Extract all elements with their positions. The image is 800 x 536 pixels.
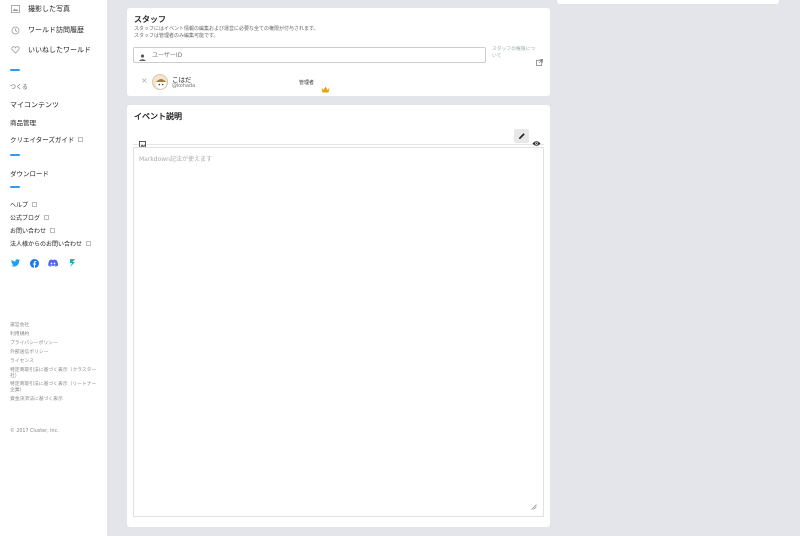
right-panel: [557, 0, 779, 4]
sidebar-item-label: 公式ブログ: [10, 215, 41, 222]
sidebar-item-my-contents[interactable]: マイコンテンツ: [10, 100, 59, 110]
footer-link-external-transmission[interactable]: 外部送信ポリシー: [10, 350, 48, 356]
staff-card: スタッフ スタッフにはイベント情報の編集および運営に必要な全ての権限が付与されま…: [127, 8, 550, 96]
editor-toolbar: [133, 127, 544, 148]
external-link-icon: [44, 215, 50, 220]
facebook-icon[interactable]: [29, 258, 39, 268]
footer-link-privacy[interactable]: プライバシーポリシー: [10, 341, 58, 347]
staff-description-line1: スタッフにはイベント情報の編集および運営に必要な全ての権限が付与されます。: [134, 26, 319, 32]
staff-role: 管理者: [299, 80, 315, 86]
section-divider: [10, 154, 20, 156]
staff-search-input[interactable]: [152, 51, 452, 59]
staff-title: スタッフ: [134, 15, 166, 24]
footer-link-commerce-partner[interactable]: 特定商取引法に基づく表示（リートナー企業）: [10, 382, 100, 394]
sidebar-item-label: ダウンロード: [10, 170, 49, 178]
sidebar-item-label: 撮影した写真: [28, 5, 70, 13]
markdown-editor[interactable]: Markdown記法が使えます: [133, 147, 544, 517]
section-divider: [10, 69, 20, 71]
sidebar-item-corporate-contact[interactable]: 法人様からのお問い合わせ: [10, 239, 92, 248]
sidebar-item-label: お問い合わせ: [10, 228, 47, 235]
resize-handle-icon[interactable]: [531, 504, 537, 510]
copyright: © 2017 Cluster, Inc.: [10, 429, 59, 434]
staff-permissions-link-text: いて: [492, 53, 502, 59]
sidebar-item-product-management[interactable]: 商品管理: [10, 117, 36, 127]
crown-icon: [321, 78, 330, 97]
footer-link-company[interactable]: 運営会社: [10, 323, 29, 329]
avatar: [152, 74, 168, 90]
create-section-label: つくる: [10, 84, 28, 91]
heart-icon: [10, 45, 20, 55]
history-icon: [10, 25, 20, 35]
sidebar-item-contact[interactable]: お問い合わせ: [10, 226, 56, 235]
remove-staff-button[interactable]: ×: [141, 76, 148, 85]
sidebar-item-liked-worlds[interactable]: いいねしたワールド: [10, 45, 91, 55]
sidebar-item-label: いいねしたワールド: [28, 46, 91, 54]
external-link-icon: [78, 136, 84, 142]
editor-placeholder: Markdown記法が使えます: [139, 156, 212, 163]
sketchfab-icon[interactable]: [67, 258, 77, 268]
sidebar-item-photos[interactable]: 撮影した写真: [10, 4, 70, 14]
person-icon: [139, 46, 146, 65]
sidebar-item-help[interactable]: ヘルプ: [10, 200, 38, 209]
external-link-icon: [50, 228, 56, 233]
staff-user-id: @kohada: [172, 83, 196, 89]
staff-search-field[interactable]: [133, 47, 486, 63]
sidebar-item-label: 商品管理: [10, 119, 36, 127]
discord-icon[interactable]: [48, 258, 58, 268]
sidebar-item-label: 法人様からのお問い合わせ: [10, 241, 83, 248]
staff-permissions-link[interactable]: スタッフの権限につ いて: [492, 47, 542, 60]
sidebar-item-label: マイコンテンツ: [10, 101, 59, 109]
sidebar-item-download[interactable]: ダウンロード: [10, 168, 49, 178]
footer-link-terms[interactable]: 利用規約: [10, 332, 29, 338]
twitter-icon[interactable]: [10, 258, 20, 268]
sidebar-item-label: ワールド訪問履歴: [28, 26, 84, 34]
event-description-title: イベント説明: [134, 112, 182, 121]
edit-mode-button[interactable]: [514, 129, 529, 143]
section-divider: [10, 186, 20, 188]
external-link-icon[interactable]: [536, 51, 543, 70]
footer-link-license[interactable]: ライセンス: [10, 359, 34, 365]
external-link-icon: [86, 241, 92, 246]
event-description-card: イベント説明 Markdown記法が使えます: [127, 105, 550, 527]
pencil-icon: [518, 133, 525, 139]
sidebar-item-label: クリエイターズガイド: [10, 136, 75, 144]
photo-icon: [10, 4, 20, 14]
sidebar-item-creators-guide[interactable]: クリエイターズガイド: [10, 134, 84, 144]
sidebar-item-label: ヘルプ: [10, 202, 29, 209]
sidebar: 撮影した写真 ワールド訪問履歴 いいねしたワールド つくる マイコンテンツ 商品…: [0, 0, 107, 536]
staff-permissions-link-text: スタッフの権限につ: [492, 47, 536, 52]
eye-icon: [532, 141, 541, 146]
footer-link-payment-services[interactable]: 資金決済法に基づく表示: [10, 397, 63, 403]
staff-description-line2: スタッフは管理者のみ編集可能です。: [134, 33, 219, 39]
external-link-icon: [32, 202, 38, 207]
sidebar-item-history[interactable]: ワールド訪問履歴: [10, 25, 84, 35]
sidebar-item-blog[interactable]: 公式ブログ: [10, 213, 50, 222]
footer-link-commerce-cluster[interactable]: 特定商取引法に基づく表示（クラスター社）: [10, 368, 100, 380]
